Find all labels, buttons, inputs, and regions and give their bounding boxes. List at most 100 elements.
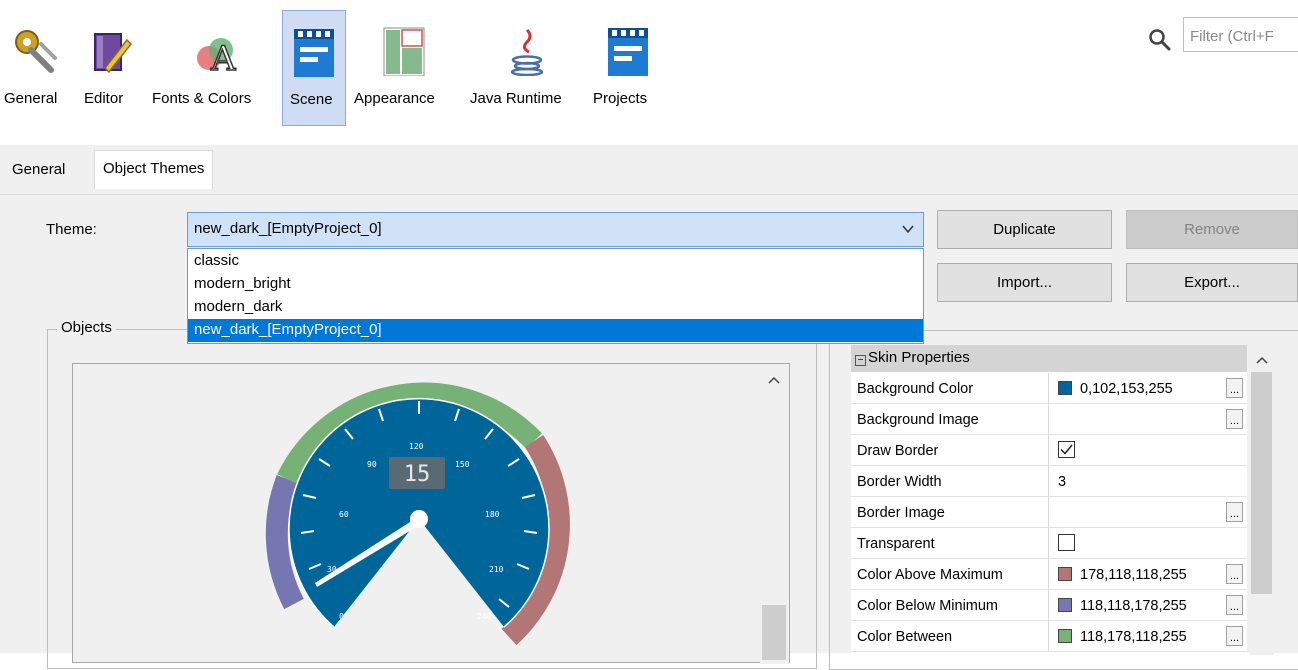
property-name: Color Below Minimum [851, 590, 1049, 621]
preview-scrollbar-thumb[interactable] [762, 605, 786, 660]
toolbar-fonts-colors[interactable]: A Fonts & Colors [148, 10, 276, 126]
import-button[interactable]: Import... [937, 263, 1112, 302]
toolbar-scene[interactable]: Scene [282, 10, 346, 126]
tab-bar: General Object Themes [0, 145, 1298, 195]
gauge-scale-label: 240 [477, 612, 492, 621]
skin-properties-header[interactable]: − Skin Properties [851, 345, 1247, 372]
objects-group-title: Objects [57, 319, 116, 336]
property-name: Background Image [851, 404, 1049, 435]
property-row-draw-border[interactable]: Draw Border [851, 435, 1247, 466]
gauge-scale-label: 150 [455, 460, 470, 469]
toolbar-general[interactable]: General [0, 10, 70, 126]
scroll-up-arrow-icon[interactable] [1255, 352, 1269, 369]
checkmark-icon [1060, 444, 1073, 455]
property-value[interactable]: 118,178,118,255 ... [1049, 621, 1247, 652]
property-name: Draw Border [851, 435, 1049, 466]
theme-option-modern-bright[interactable]: modern_bright [188, 273, 923, 296]
property-value-text: 118,178,118,255 [1080, 629, 1187, 645]
export-button[interactable]: Export... [1126, 263, 1298, 302]
ellipsis-button[interactable]: ... [1226, 378, 1243, 398]
remove-button[interactable]: Remove [1126, 210, 1298, 249]
toolbar-appearance[interactable]: Appearance [350, 10, 458, 126]
theme-option-modern-dark[interactable]: modern_dark [188, 296, 923, 319]
ellipsis-button[interactable]: ... [1226, 502, 1243, 522]
tab-general[interactable]: General [4, 153, 73, 188]
toolbar-projects-label: Projects [593, 90, 648, 107]
property-row-border-width[interactable]: Border Width 3 [851, 466, 1247, 497]
transparent-checkbox[interactable] [1058, 534, 1075, 551]
ellipsis-button[interactable]: ... [1226, 409, 1243, 429]
property-value-text: 178,118,118,255 [1080, 567, 1187, 583]
toolbar-general-label: General [4, 90, 58, 107]
property-row-background-color[interactable]: Background Color 0,102,153,255 ... [851, 373, 1247, 404]
toolbar-projects[interactable]: Projects [590, 10, 666, 126]
property-value[interactable]: 3 [1049, 466, 1247, 497]
property-value[interactable]: 118,118,178,255 ... [1049, 590, 1247, 621]
color-swatch [1058, 598, 1072, 612]
color-swatch [1058, 381, 1072, 395]
editor-icon [87, 20, 135, 76]
theme-select[interactable]: new_dark_[EmptyProject_0] [187, 212, 924, 247]
gauge-scale-label: 60 [339, 510, 349, 519]
ellipsis-button[interactable]: ... [1226, 564, 1243, 584]
collapse-icon[interactable]: − [855, 355, 866, 366]
theme-dropdown-list: classic modern_bright modern_dark new_da… [187, 248, 924, 344]
property-row-color-above-maximum[interactable]: Color Above Maximum 178,118,118,255 ... [851, 559, 1247, 590]
property-row-border-image[interactable]: Border Image ... [851, 497, 1247, 528]
filter-input[interactable]: Filter (Ctrl+F [1183, 17, 1298, 52]
scroll-up-arrow-icon[interactable] [767, 372, 781, 389]
property-row-color-below-minimum[interactable]: Color Below Minimum 118,118,178,255 ... [851, 590, 1247, 621]
theme-label: Theme: [46, 221, 97, 238]
property-name: Color Between [851, 621, 1049, 652]
appearance-icon [380, 20, 428, 77]
property-name: Background Color [851, 373, 1049, 404]
property-name: Border Image [851, 497, 1049, 528]
gauge-scale-label: 180 [485, 510, 500, 519]
ellipsis-button[interactable]: ... [1226, 626, 1243, 646]
property-row-background-image[interactable]: Background Image ... [851, 404, 1247, 435]
property-value[interactable] [1049, 435, 1247, 466]
property-value[interactable]: 0,102,153,255 ... [1049, 373, 1247, 404]
color-swatch [1058, 567, 1072, 581]
property-row-transparent[interactable]: Transparent [851, 528, 1247, 559]
skin-properties-label: Skin Properties [868, 349, 970, 366]
gauge-digital-readout: 15 [404, 462, 431, 487]
toolbar-editor[interactable]: Editor [78, 10, 144, 126]
properties-scrollbar-thumb[interactable] [1251, 372, 1272, 594]
gauge-scale-label: 0 [339, 612, 344, 621]
fonts-colors-icon: A [193, 20, 241, 80]
toolbar-fonts-colors-label: Fonts & Colors [152, 90, 252, 107]
svg-text:A: A [210, 39, 236, 76]
theme-option-new-dark[interactable]: new_dark_[EmptyProject_0] [188, 319, 923, 342]
toolbar-scene-label: Scene [290, 91, 333, 108]
property-name: Color Above Maximum [851, 559, 1049, 590]
property-name: Transparent [851, 528, 1049, 559]
property-name: Border Width [851, 466, 1049, 497]
toolbar-editor-label: Editor [84, 90, 124, 107]
property-value-text: 3 [1058, 474, 1067, 490]
options-toolbar: General Editor A Fonts & Colors Scene Ap… [0, 0, 1298, 128]
tab-object-themes[interactable]: Object Themes [94, 150, 214, 190]
gauge-scale-label: 210 [489, 565, 504, 574]
duplicate-button[interactable]: Duplicate [937, 210, 1112, 249]
toolbar-java-runtime[interactable]: Java Runtime [466, 10, 588, 126]
theme-selected-value: new_dark_[EmptyProject_0] [194, 220, 382, 237]
property-value-text: 118,118,178,255 [1080, 598, 1187, 614]
property-value[interactable]: ... [1049, 497, 1247, 528]
property-value-text: 0,102,153,255 [1080, 381, 1173, 397]
draw-border-checkbox[interactable] [1058, 441, 1075, 458]
gauge-scale-label: 120 [409, 442, 424, 451]
property-value[interactable]: 178,118,118,255 ... [1049, 559, 1247, 590]
property-value[interactable]: ... [1049, 404, 1247, 435]
theme-option-classic[interactable]: classic [188, 250, 923, 273]
java-runtime-icon [503, 20, 551, 77]
color-swatch [1058, 629, 1072, 643]
search-icon [1148, 28, 1172, 52]
toolbar-java-runtime-label: Java Runtime [470, 90, 562, 107]
chevron-down-icon [901, 222, 915, 236]
ellipsis-button[interactable]: ... [1226, 595, 1243, 615]
property-row-color-between[interactable]: Color Between 118,178,118,255 ... [851, 621, 1247, 652]
property-value[interactable] [1049, 528, 1247, 559]
gauge-scale-label: 90 [367, 460, 377, 469]
toolbar-appearance-label: Appearance [354, 90, 435, 107]
